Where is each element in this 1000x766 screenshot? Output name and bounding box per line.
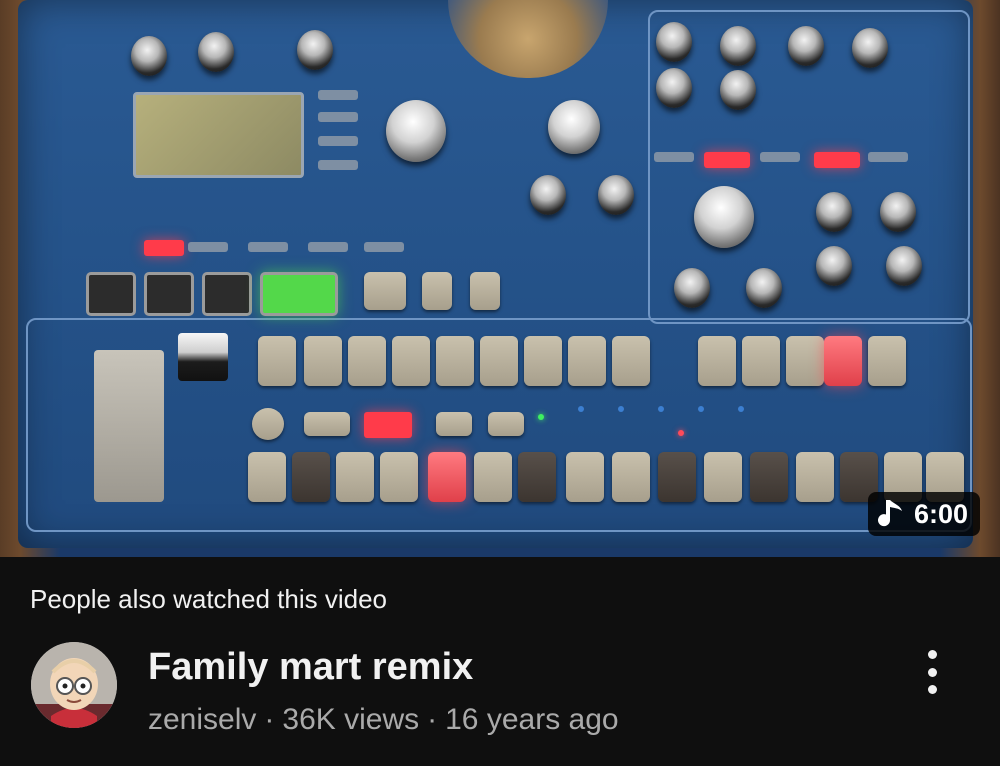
duration-text: 6:00 xyxy=(913,498,968,529)
synth-panel-image xyxy=(18,0,973,548)
channel-name[interactable]: zeniselv xyxy=(148,703,256,736)
music-note-icon xyxy=(877,500,902,527)
meta-separator: · xyxy=(427,703,438,736)
video-thumbnail[interactable]: 6:00 xyxy=(0,0,1000,557)
avatar-illustration xyxy=(31,642,117,728)
view-count: 36K views xyxy=(282,703,420,736)
channel-avatar[interactable] xyxy=(31,642,117,728)
fader-image xyxy=(94,350,164,502)
meta-separator: · xyxy=(264,703,275,736)
duration-badge: 6:00 xyxy=(867,492,980,536)
video-title[interactable]: Family mart remix xyxy=(148,646,473,689)
synth-lcd xyxy=(133,92,304,178)
more-vert-icon[interactable] xyxy=(912,650,952,694)
upload-age: 16 years ago xyxy=(445,703,619,736)
section-label: People also watched this video xyxy=(30,584,388,614)
video-metadata: zeniselv · 36K views · 16 years ago xyxy=(148,703,619,737)
